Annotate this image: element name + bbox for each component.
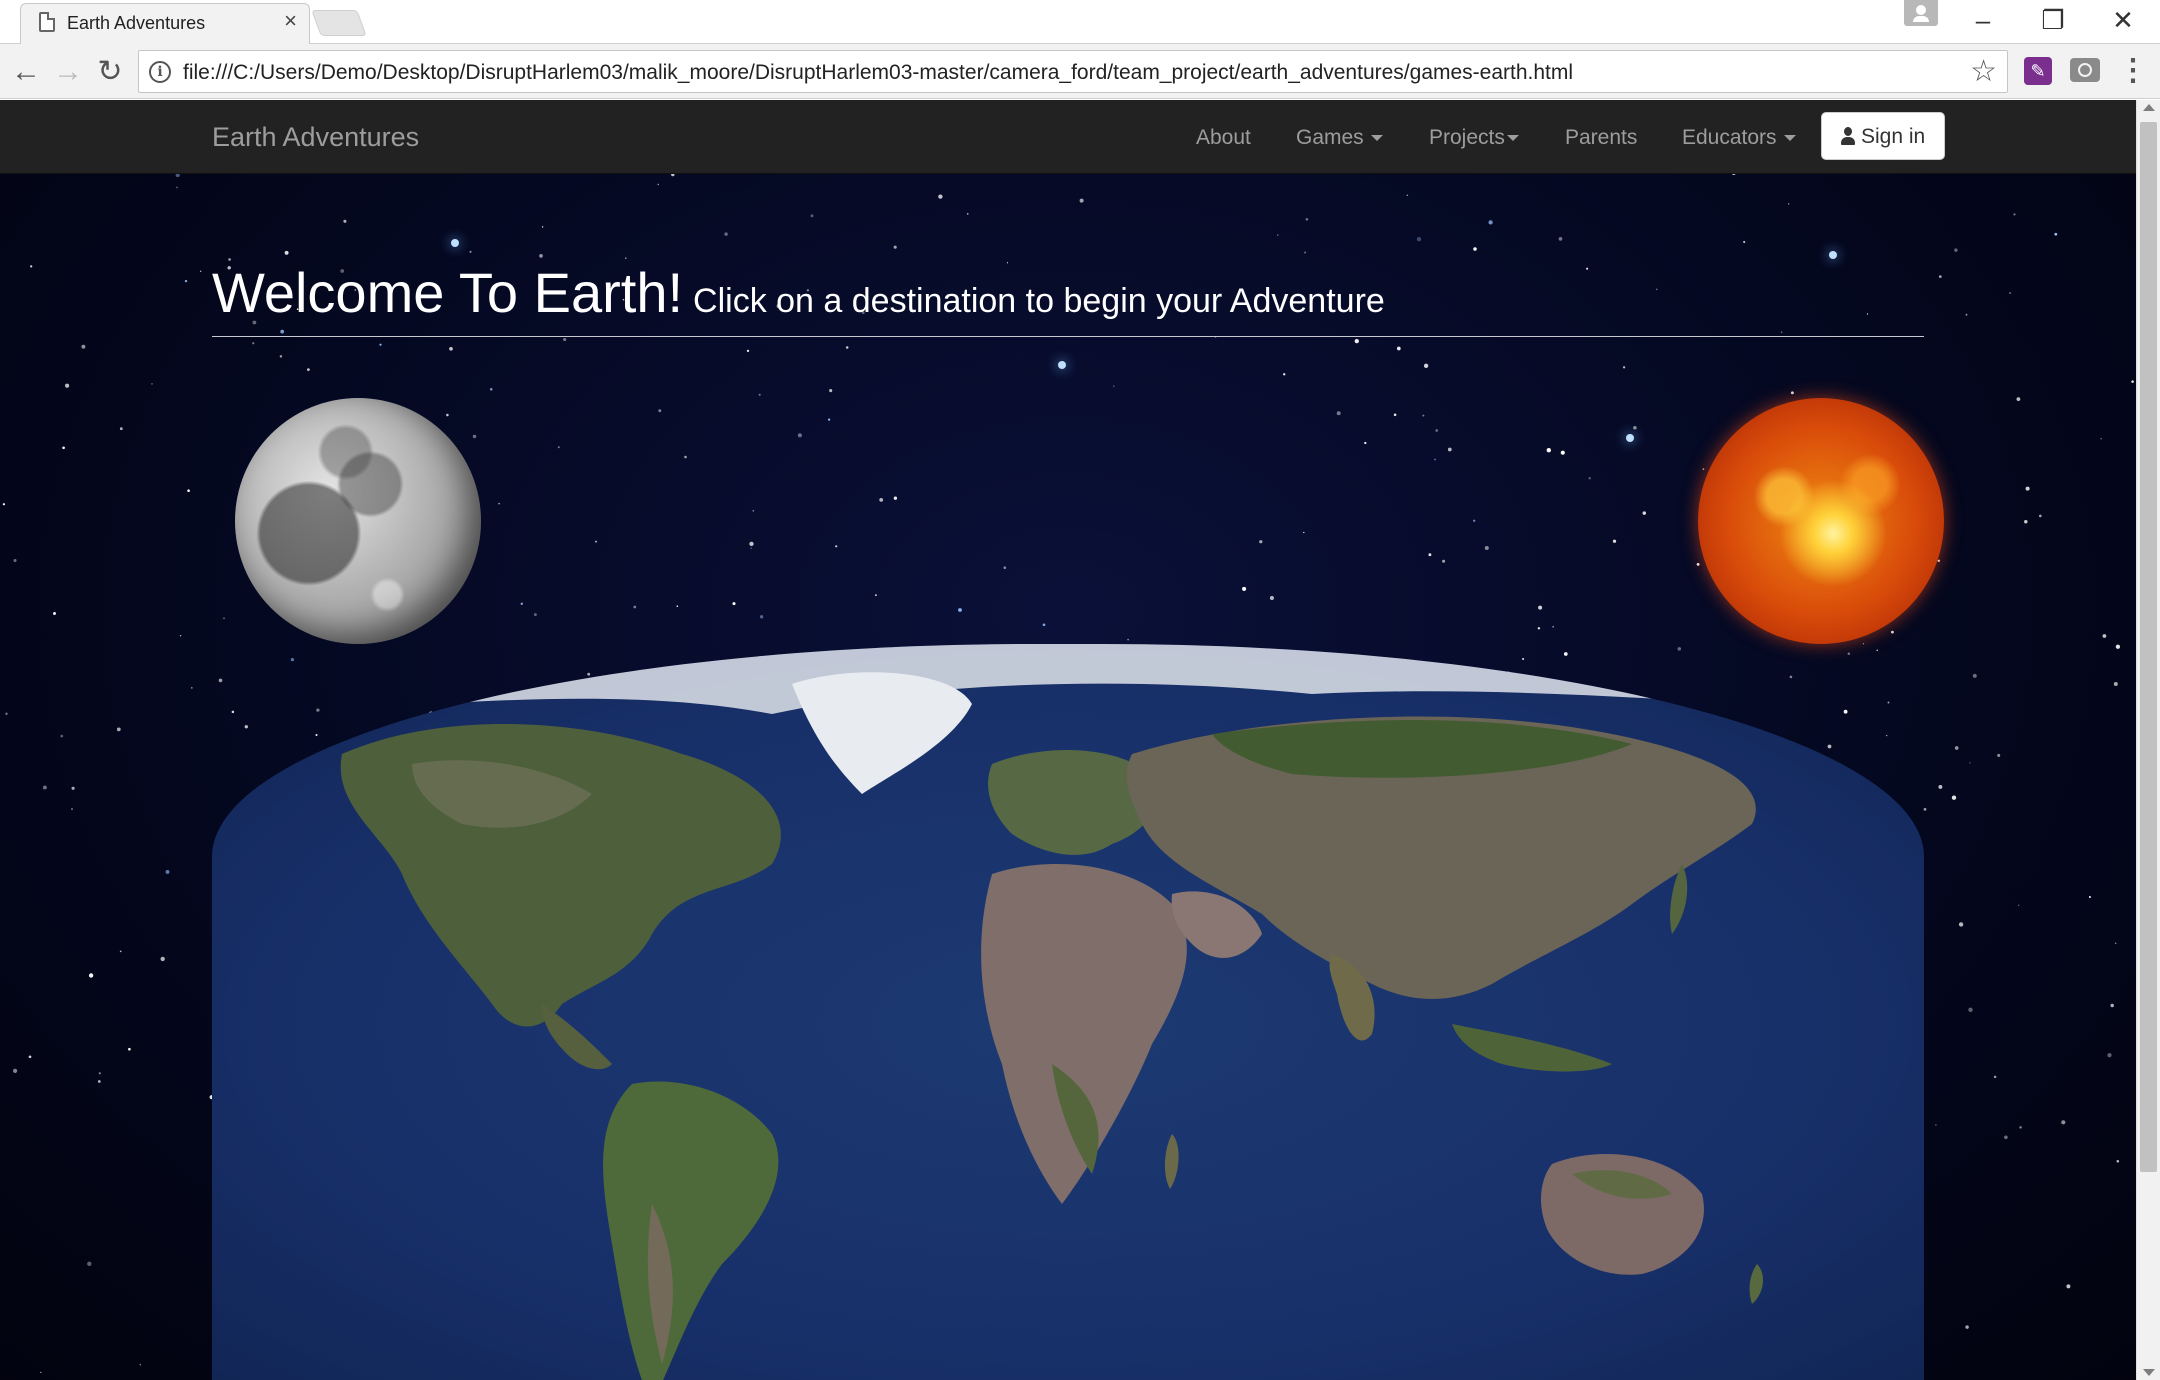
page-title: Welcome To Earth! [212, 261, 684, 324]
reload-icon[interactable]: ↻ [92, 54, 128, 90]
nav-about[interactable]: About [1196, 126, 1251, 150]
scroll-up-icon[interactable] [2143, 104, 2155, 111]
moon-destination[interactable] [235, 398, 481, 644]
camera-icon[interactable] [2070, 58, 2100, 82]
tab-title: Earth Adventures [67, 13, 206, 33]
address-bar[interactable]: i file:///C:/Users/Demo/Desktop/DisruptH… [138, 50, 2008, 93]
page-subtitle: Click on a destination to begin your Adv… [693, 282, 1385, 320]
caret-down-icon [1506, 135, 1519, 142]
nav-parents-label: Parents [1565, 126, 1638, 149]
document-icon [39, 12, 55, 32]
nav-games[interactable]: Games [1296, 126, 1383, 150]
browser-tab[interactable]: Earth Adventures × [20, 3, 310, 44]
scroll-down-icon[interactable] [2143, 1369, 2155, 1376]
browser-titlebar: Earth Adventures × – ❐ ✕ [0, 0, 2160, 44]
forward-icon[interactable]: → [50, 54, 86, 90]
brand-link[interactable]: Earth Adventures [212, 122, 419, 153]
vertical-scrollbar[interactable] [2136, 100, 2160, 1380]
back-icon[interactable]: ← [8, 54, 44, 90]
heading-divider [212, 336, 1924, 337]
sun-destination[interactable] [1698, 398, 1944, 644]
earth-map-destination[interactable] [212, 644, 1924, 1380]
close-icon[interactable]: ✕ [2088, 0, 2158, 40]
nav-educators-label: Educators [1682, 126, 1777, 149]
sign-in-button[interactable]: Sign in [1821, 112, 1945, 160]
info-icon[interactable]: i [149, 61, 171, 83]
nav-about-label: About [1196, 126, 1251, 149]
user-icon [1841, 127, 1855, 147]
new-tab-button[interactable] [311, 10, 367, 36]
menu-icon[interactable]: ⋮ [2118, 54, 2148, 88]
nav-projects[interactable]: Projects [1429, 126, 1519, 150]
nav-educators[interactable]: Educators [1682, 126, 1796, 150]
world-map-image [212, 644, 1924, 1380]
bookmark-star-icon[interactable]: ☆ [1970, 53, 1997, 91]
nav-projects-label: Projects [1429, 126, 1505, 149]
caret-down-icon [1783, 135, 1796, 142]
profile-icon[interactable] [1904, 0, 1938, 26]
caret-down-icon [1370, 135, 1383, 142]
nav-games-label: Games [1296, 126, 1364, 149]
sign-in-label: Sign in [1861, 125, 1926, 148]
page-viewport: Earth Adventures About Games Projects Pa… [0, 100, 2136, 1380]
restore-icon[interactable]: ❐ [2018, 0, 2088, 40]
page-heading: Welcome To Earth! Click on a destination … [212, 260, 1385, 325]
nav-parents[interactable]: Parents [1565, 126, 1637, 150]
tab-close-icon[interactable]: × [284, 10, 297, 32]
minimize-icon[interactable]: – [1948, 0, 2018, 40]
extension-icon[interactable]: ✎ [2024, 57, 2052, 85]
site-navbar: Earth Adventures About Games Projects Pa… [0, 100, 2136, 174]
scroll-thumb[interactable] [2140, 122, 2157, 1172]
browser-toolbar: ← → ↻ i file:///C:/Users/Demo/Desktop/Di… [0, 44, 2160, 99]
url-text[interactable]: file:///C:/Users/Demo/Desktop/DisruptHar… [183, 61, 1573, 85]
